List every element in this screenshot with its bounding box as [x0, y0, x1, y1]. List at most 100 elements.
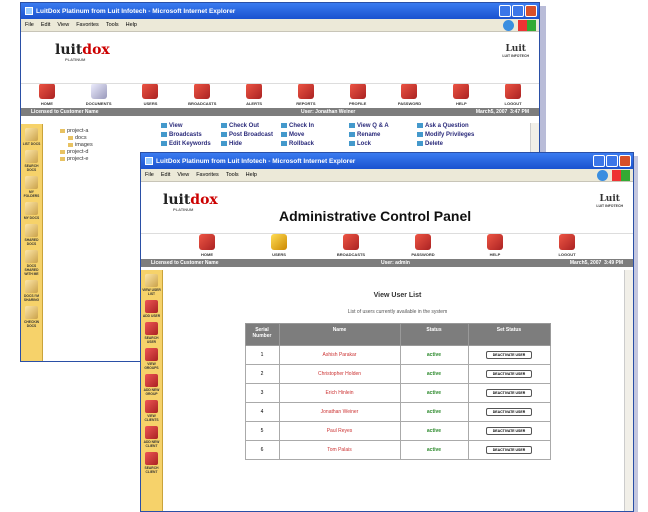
tree-item[interactable]: docs [57, 135, 93, 142]
sidebar-item-search-user[interactable]: SEARCH USER [141, 322, 162, 344]
action-rename[interactable]: Rename [349, 132, 417, 138]
user-text: User: admin [381, 260, 410, 266]
name-cell[interactable]: Ashish Parakar [278, 345, 401, 365]
nav-users[interactable]: USERS [243, 234, 315, 257]
sidebar-item-add-group[interactable]: ADD NEW GROUP [141, 374, 162, 396]
nav-reports[interactable]: REPORTS [280, 83, 332, 106]
action-check-out[interactable]: Check Out [221, 123, 281, 129]
action-broadcasts[interactable]: Broadcasts [161, 132, 221, 138]
tree-item[interactable]: project-d [57, 149, 93, 156]
sidebar-item-view-user-list[interactable]: VIEW USER LIST [141, 274, 162, 296]
nav-users[interactable]: USERS [125, 83, 177, 106]
action-rollback[interactable]: Rollback [281, 141, 349, 147]
front-header: luitdox PLATINUM Administrative Control P… [141, 182, 633, 234]
sidebar-item-list-docs[interactable]: LIST DOCS [21, 128, 42, 146]
menu-view[interactable]: View [177, 172, 189, 178]
sidebar-item-im-sharing[interactable]: DOCS I'M SHARING [21, 280, 42, 302]
deactivate-user-button[interactable]: DEACTIVATE USER [485, 351, 533, 359]
action-post-broadcast[interactable]: Post Broadcast [221, 132, 281, 138]
nav-help[interactable]: HELP [435, 83, 487, 106]
table-row: 3 Erich Hinlein active DEACTIVATE USER [244, 383, 551, 403]
nav-home[interactable]: HOME [171, 234, 243, 257]
document-actions: View Check Out Check In View Q & A Ask a… [161, 123, 507, 147]
nav-broadcasts[interactable]: BROADCASTS [315, 234, 387, 257]
nav-help[interactable]: HELP [459, 234, 531, 257]
status-cell: active [399, 345, 469, 365]
action-view-qa[interactable]: View Q & A [349, 123, 417, 129]
deactivate-user-button[interactable]: DEACTIVATE USER [485, 389, 533, 397]
sidebar-item-search-docs[interactable]: SEARCH DOCS [21, 150, 42, 172]
sidebar-item-add-client[interactable]: ADD NEW CLIENT [141, 426, 162, 448]
action-hide[interactable]: Hide [221, 141, 281, 147]
nav-home[interactable]: HOME [21, 83, 73, 106]
menu-favorites[interactable]: Favorites [196, 172, 219, 178]
serial-cell: 5 [244, 421, 280, 441]
menu-favorites[interactable]: Favorites [76, 22, 99, 28]
deactivate-user-button[interactable]: DEACTIVATE USER [485, 427, 533, 435]
user-text: User: Jonathan Weiner [301, 109, 356, 115]
minimize-icon[interactable] [593, 155, 605, 167]
deactivate-user-button[interactable]: DEACTIVATE USER [485, 370, 533, 378]
sidebar-item-view-clients[interactable]: VIEW CLIENTS [141, 400, 162, 422]
action-delete[interactable]: Delete [417, 141, 507, 147]
action-modify-privileges[interactable]: Modify Privileges [417, 132, 507, 138]
sidebar-item-add-user[interactable]: ADD USER [141, 300, 162, 318]
action-move[interactable]: Move [281, 132, 349, 138]
action-lock[interactable]: Lock [349, 141, 417, 147]
maximize-icon[interactable] [606, 155, 618, 167]
tree-item[interactable]: project-a [57, 128, 93, 135]
add-group-icon [145, 374, 158, 387]
close-icon[interactable] [619, 155, 631, 167]
header-serial: Serial Number [244, 323, 280, 346]
action-edit-keywords[interactable]: Edit Keywords [161, 141, 221, 147]
sidebar-item-my-docs[interactable]: MY DOCS [21, 202, 42, 220]
nav-password[interactable]: PASSWORD [384, 83, 436, 106]
nav-alerts[interactable]: ALERTS [228, 83, 280, 106]
nav-profile[interactable]: PROFILE [332, 83, 384, 106]
action-cell: DEACTIVATE USER [467, 402, 551, 422]
menu-view[interactable]: View [57, 22, 69, 28]
close-icon[interactable] [525, 5, 537, 17]
nav-logout[interactable]: LOGOUT [487, 83, 539, 106]
menu-edit[interactable]: Edit [41, 22, 50, 28]
sidebar-item-search-client[interactable]: SEARCH CLIENT [141, 452, 162, 474]
action-ask-question[interactable]: Ask a Question [417, 123, 507, 129]
groups-icon [145, 348, 158, 361]
name-cell[interactable]: Paul Reyes [278, 421, 401, 441]
name-cell[interactable]: Christopher Holden [278, 364, 401, 384]
menu-help[interactable]: Help [246, 172, 257, 178]
deactivate-user-button[interactable]: DEACTIVATE USER [485, 446, 533, 454]
deactivate-user-button[interactable]: DEACTIVATE USER [485, 408, 533, 416]
menu-tools[interactable]: Tools [106, 22, 119, 28]
action-view[interactable]: View [161, 123, 221, 129]
menu-edit[interactable]: Edit [161, 172, 170, 178]
nav-password[interactable]: PASSWORD [387, 234, 459, 257]
sidebar-item-checkin-docs[interactable]: CHECKIN DOCS [21, 306, 42, 328]
menu-tools[interactable]: Tools [226, 172, 239, 178]
windows-flag-icon [518, 20, 536, 31]
name-cell[interactable]: Tom Palais [278, 440, 401, 460]
sidebar-item-shared-docs[interactable]: SHARED DOCS [21, 224, 42, 246]
name-cell[interactable]: Erich Hinlein [278, 383, 401, 403]
tree-item[interactable]: project-e [57, 156, 93, 163]
sidebar-item-view-groups[interactable]: VIEW GROUPS [141, 348, 162, 370]
nav-logout[interactable]: LOGOUT [531, 234, 603, 257]
search-user-icon [145, 322, 158, 335]
nav-documents[interactable]: DOCUMENTS [73, 83, 125, 106]
tree-item[interactable]: images [57, 142, 93, 149]
page-subtitle: List of users currently available in the… [347, 309, 448, 315]
sidebar-item-my-folders[interactable]: MY FOLDERS [21, 176, 42, 198]
nav-broadcasts[interactable]: BROADCASTS [176, 83, 228, 106]
menu-file[interactable]: File [145, 172, 154, 178]
sidebar-item-shared-with-me[interactable]: DOCS SHARED WITH ME [21, 250, 42, 276]
minimize-icon[interactable] [499, 5, 511, 17]
front-scrollbar[interactable] [624, 270, 633, 511]
action-check-in[interactable]: Check In [281, 123, 349, 129]
menu-file[interactable]: File [25, 22, 34, 28]
maximize-icon[interactable] [512, 5, 524, 17]
name-cell[interactable]: Jonathan Weiner [278, 402, 401, 422]
user-table: Serial Number Name Status Set Status 1 A… [244, 323, 551, 460]
action-cell: DEACTIVATE USER [467, 440, 551, 460]
menu-help[interactable]: Help [126, 22, 137, 28]
back-sidebar: LIST DOCS SEARCH DOCS MY FOLDERS MY DOCS… [21, 124, 43, 361]
